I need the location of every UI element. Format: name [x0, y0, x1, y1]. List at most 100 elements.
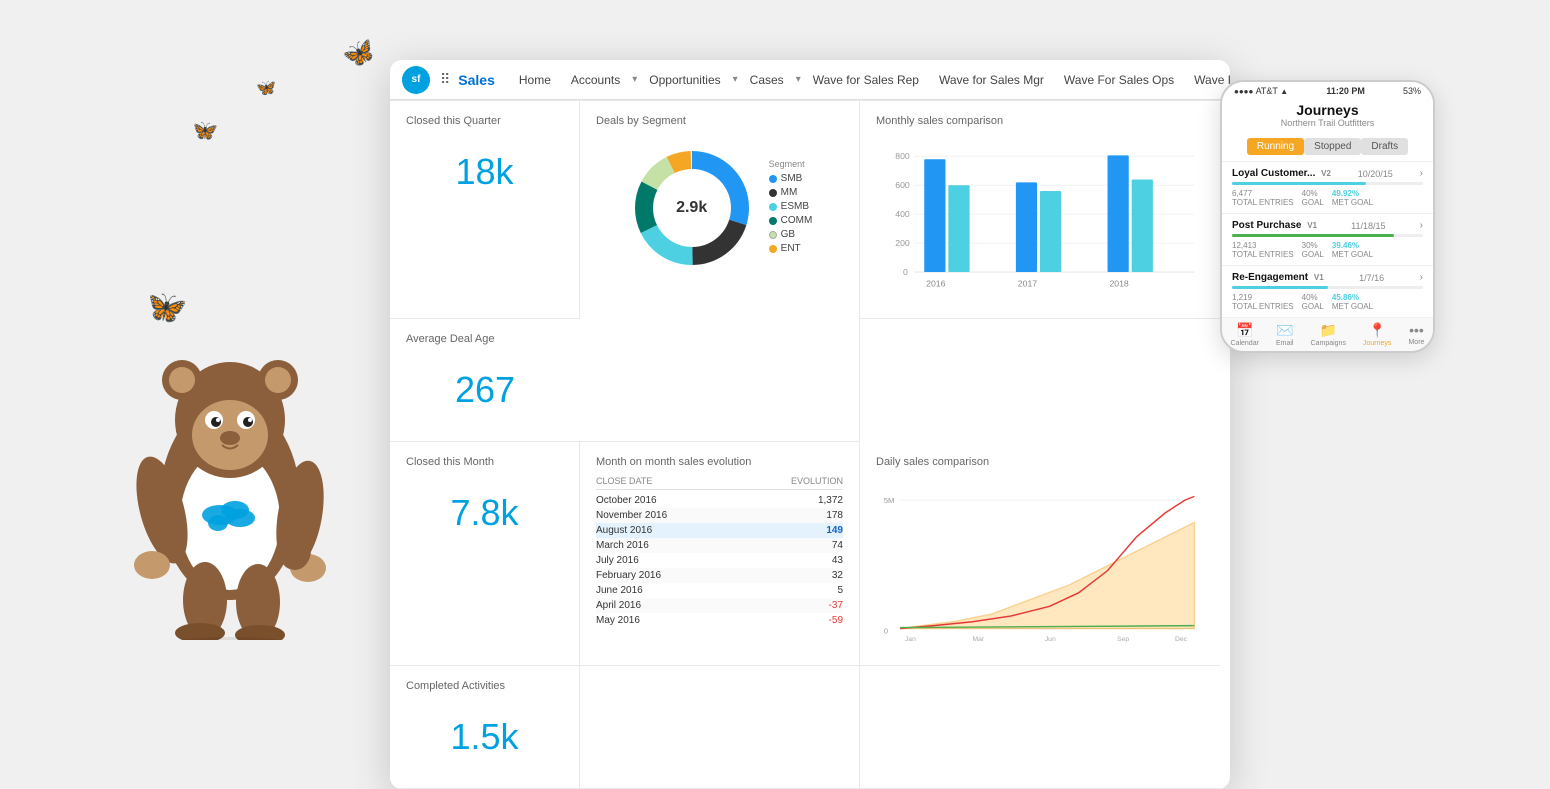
nav-items: Home Accounts▾ Opportunities▾ Cases▾ Wav… — [511, 68, 1230, 92]
evo-row-4: July 2016 43 — [596, 553, 843, 568]
phone-container: ●●●● AT&T ▲ 11:20 PM 53% Journeys Northe… — [1220, 80, 1450, 353]
journeys-icon: 📍 — [1369, 322, 1386, 339]
legend-smb: SMB — [769, 173, 813, 184]
nav-wave-mgr[interactable]: Wave for Sales Mgr — [931, 69, 1052, 91]
donut-legend: Segment SMB MM ESMB COM — [769, 159, 813, 257]
phone-nav-campaigns[interactable]: 📁 Campaigns — [1311, 322, 1346, 347]
phone-nav-calendar[interactable]: 📅 Calendar — [1231, 322, 1259, 347]
card-closed-quarter-value: 18k — [406, 135, 563, 209]
card-filler-1 — [580, 666, 860, 789]
journey-1-arrow: › — [1420, 168, 1423, 179]
mascot — [80, 140, 380, 640]
phone-title-area: Journeys Northern Trail Outfitters — [1222, 100, 1433, 134]
evolution-table: CLOSE DATE EVOLUTION October 2016 1,372 … — [596, 476, 843, 628]
svg-text:Jan: Jan — [905, 636, 916, 643]
journey-2-bar-bg — [1232, 234, 1423, 237]
journey-2-stats: 12,413 TOTAL ENTRIES 30% GOAL 39.46% MET… — [1232, 241, 1423, 259]
phone-app-subtitle: Northern Trail Outfitters — [1230, 118, 1425, 128]
nav-app-name: Sales — [458, 72, 495, 88]
evo-header: CLOSE DATE EVOLUTION — [596, 476, 843, 490]
svg-text:2016: 2016 — [926, 279, 945, 289]
phone-time: 11:20 PM — [1326, 86, 1365, 96]
legend-mm: MM — [769, 187, 813, 198]
phone-nav-journeys[interactable]: 📍 Journeys — [1363, 322, 1391, 347]
card-avg-deal-value: 267 — [406, 353, 564, 427]
svg-text:2018: 2018 — [1109, 279, 1128, 289]
journey-item-3[interactable]: Re-Engagement V1 1/7/16 › 1,219 TOTAL EN… — [1222, 265, 1433, 317]
line-chart-svg: 5M 0 Jan Mar Jun Sep Dec — [876, 476, 1204, 646]
evo-row-2: August 2016 149 — [596, 523, 843, 538]
svg-text:5M: 5M — [884, 496, 895, 505]
svg-text:2017: 2017 — [1018, 279, 1037, 289]
tab-stopped[interactable]: Stopped — [1304, 138, 1361, 155]
butterfly-4: 🦋 — [256, 78, 276, 98]
svg-text:Mar: Mar — [972, 636, 984, 643]
journey-2-stat-entries: 12,413 TOTAL ENTRIES — [1232, 241, 1294, 259]
donut-center-value: 2.9k — [676, 199, 707, 217]
card-avg-deal-title: Average Deal Age — [406, 333, 564, 345]
phone-tabs: Running Stopped Drafts — [1222, 134, 1433, 161]
more-icon: ••• — [1409, 322, 1424, 338]
nav-wave-ops[interactable]: Wave For Sales Ops — [1056, 69, 1182, 91]
calendar-icon: 📅 — [1236, 322, 1253, 339]
dashboard-grid-row3: Completed Activities 1.5k — [390, 666, 1230, 789]
svg-text:0: 0 — [884, 626, 888, 635]
journey-item-2[interactable]: Post Purchase V1 11/18/15 › 12,413 TOTAL… — [1222, 213, 1433, 265]
legend-esmb: ESMB — [769, 201, 813, 212]
phone-nav-email[interactable]: ✉️ Email — [1276, 322, 1294, 347]
svg-text:600: 600 — [895, 180, 910, 190]
card-deals-segment-title: Deals by Segment — [596, 115, 843, 127]
phone-bottom-nav: 📅 Calendar ✉️ Email 📁 Campaigns 📍 Journe… — [1222, 317, 1433, 351]
evo-row-6: June 2016 5 — [596, 583, 843, 598]
card-closed-month: Closed this Month 7.8k — [390, 442, 580, 666]
journey-item-1[interactable]: Loyal Customer... V2 10/20/15 › 6,477 TO… — [1222, 161, 1433, 213]
journey-3-stat-entries: 1,219 TOTAL ENTRIES — [1232, 293, 1294, 311]
journey-3-stat-met: 45.86% MET GOAL — [1332, 293, 1373, 311]
journey-1-stat-entries: 6,477 TOTAL ENTRIES — [1232, 189, 1294, 207]
card-filler-2 — [860, 666, 1220, 789]
svg-text:Jun: Jun — [1045, 636, 1056, 643]
nav-home[interactable]: Home — [511, 69, 559, 91]
card-daily-sales: Daily sales comparison 5M 0 Jan Mar Jun … — [860, 442, 1220, 666]
journey-1-bar-fill — [1232, 182, 1366, 185]
card-closed-quarter: Closed this Quarter 18k — [390, 101, 580, 319]
card-avg-deal: Average Deal Age 267 — [390, 319, 580, 442]
tab-drafts[interactable]: Drafts — [1361, 138, 1408, 155]
bar-chart-container: 800 600 400 200 0 — [876, 135, 1204, 304]
dashboard-grid: Closed this Quarter 18k Deals by Segment — [390, 100, 1230, 442]
journey-2-header: Post Purchase V1 11/18/15 › — [1232, 220, 1423, 231]
nav-opportunities[interactable]: Opportunities — [641, 69, 728, 91]
legend-ent: ENT — [769, 243, 813, 254]
journey-2-arrow: › — [1420, 220, 1423, 231]
journey-1-header: Loyal Customer... V2 10/20/15 › — [1232, 168, 1423, 179]
card-monthly-sales: Monthly sales comparison 800 600 400 200… — [860, 101, 1220, 319]
card-monthly-sales-title: Monthly sales comparison — [876, 115, 1204, 127]
journey-2-version: V1 — [1307, 221, 1317, 230]
card-completed-activities-value: 1.5k — [406, 700, 563, 774]
svg-text:Dec: Dec — [1175, 636, 1188, 643]
card-evolution-title: Month on month sales evolution — [596, 456, 843, 468]
nav-grid-icon: ⠿ — [440, 71, 450, 88]
journey-3-name: Re-Engagement V1 — [1232, 272, 1324, 283]
phone-carrier: ●●●● AT&T ▲ — [1234, 86, 1288, 96]
journey-1-stat-met: 49.92% MET GOAL — [1332, 189, 1373, 207]
butterfly-1: 🦋 — [339, 33, 380, 73]
journey-3-bar-fill — [1232, 286, 1328, 289]
dashboard-grid-row2: Closed this Month 7.8k Month on month sa… — [390, 442, 1230, 666]
journey-3-stat-goal: 40% GOAL — [1302, 293, 1324, 311]
journey-3-stats: 1,219 TOTAL ENTRIES 40% GOAL 45.86% MET … — [1232, 293, 1423, 311]
nav-cases[interactable]: Cases — [742, 69, 792, 91]
journey-3-version: V1 — [1314, 273, 1324, 282]
nav-accounts[interactable]: Accounts — [563, 69, 628, 91]
svg-text:800: 800 — [895, 151, 910, 161]
nav-wave-rep[interactable]: Wave for Sales Rep — [805, 69, 927, 91]
journey-3-arrow: › — [1420, 272, 1423, 283]
legend-comm: COMM — [769, 215, 813, 226]
journey-2-stat-met: 39.46% MET GOAL — [1332, 241, 1373, 259]
tab-running[interactable]: Running — [1247, 138, 1304, 155]
evo-row-8: May 2016 -59 — [596, 613, 843, 628]
phone-nav-more[interactable]: ••• More — [1408, 322, 1424, 347]
phone-status-bar: ●●●● AT&T ▲ 11:20 PM 53% — [1222, 82, 1433, 100]
sf-logo: sf — [402, 66, 430, 94]
journey-1-name: Loyal Customer... V2 — [1232, 168, 1331, 179]
